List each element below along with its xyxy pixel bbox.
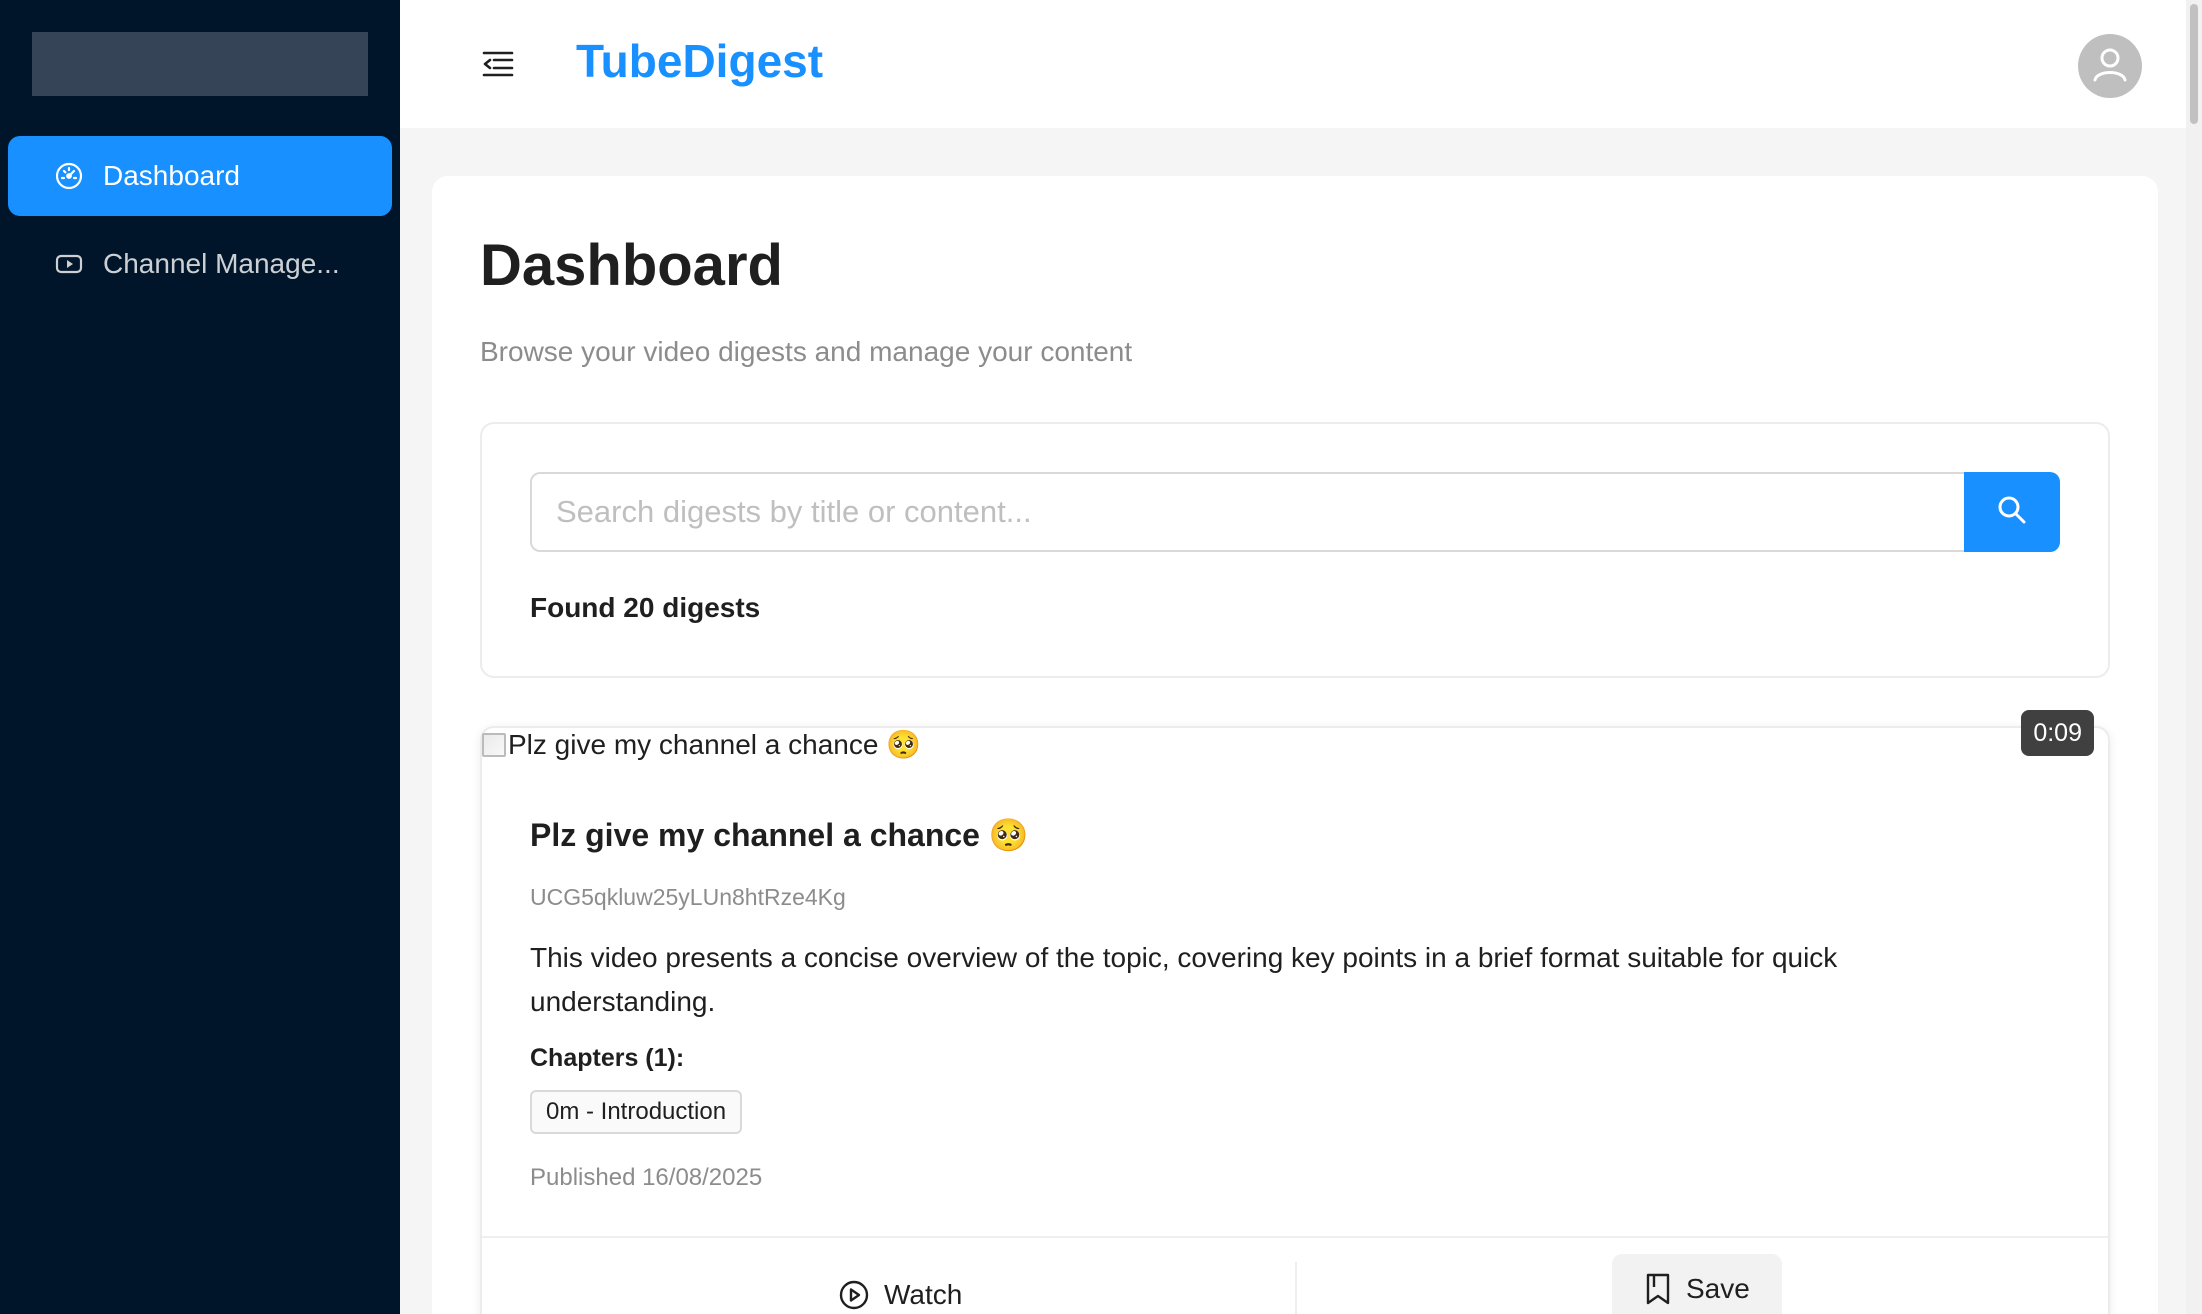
published-date: Published 16/08/2025 [530,1164,763,1191]
sidebar: Dashboard Channel Manage... [0,0,400,1314]
search-button[interactable] [1964,472,2060,552]
brand-title[interactable]: TubeDigest [576,34,823,88]
digest-summary: This video presents a concise overview o… [530,942,1838,1017]
broken-image-icon [482,732,506,757]
watch-button[interactable]: Watch [822,1268,978,1314]
watch-button-label: Watch [884,1279,963,1310]
search-icon [1996,494,2028,531]
youtube-icon [53,248,85,280]
sidebar-item-channel-management[interactable]: Channel Manage... [8,224,392,304]
save-button-label: Save [1686,1273,1750,1304]
user-avatar[interactable] [2078,34,2142,98]
scrollbar-thumb[interactable] [2190,4,2198,124]
digest-title[interactable]: Plz give my channel a chance 🥺 [530,816,1029,854]
thumbnail-alt-text: Plz give my channel a chance 🥺 [508,729,922,760]
user-icon [2090,44,2130,89]
channel-id: UCG5qkluw25yLUn8htRze4Kg [530,884,846,910]
save-button[interactable]: Save [1612,1254,1782,1314]
duration-badge: 0:09 [2021,710,2094,756]
search-input[interactable] [530,472,1964,552]
sidebar-item-label: Dashboard [103,160,240,191]
digest-card: Plz give my channel a chance 🥺 0:09 Plz … [480,710,2110,1314]
menu-fold-icon[interactable] [478,44,518,84]
page-title: Dashboard [480,233,783,298]
page-scrollbar[interactable] [2186,0,2202,1314]
dashboard-icon [53,160,85,192]
main-content: Dashboard Browse your video digests and … [432,176,2158,1314]
bookmark-icon [1644,1273,1672,1305]
play-circle-icon [838,1279,870,1311]
sidebar-item-label: Channel Manage... [103,248,340,279]
search-card: Found 20 digests [480,422,2110,678]
sidebar-item-dashboard[interactable]: Dashboard [8,136,392,216]
actions-separator [1295,1262,1297,1314]
results-count: Found 20 digests [530,592,761,623]
logo-placeholder [32,32,368,96]
page-subtitle: Browse your video digests and manage you… [480,336,1133,367]
chapters-label: Chapters (1): [530,1044,685,1072]
top-header: TubeDigest [400,0,2186,128]
card-actions-divider [482,1236,2108,1238]
video-thumbnail[interactable]: Plz give my channel a chance 🥺 [482,728,921,761]
app-root: Dashboard Channel Manage... TubeDigest D… [0,0,2202,1314]
chapter-tag[interactable]: 0m - Introduction [530,1090,743,1134]
